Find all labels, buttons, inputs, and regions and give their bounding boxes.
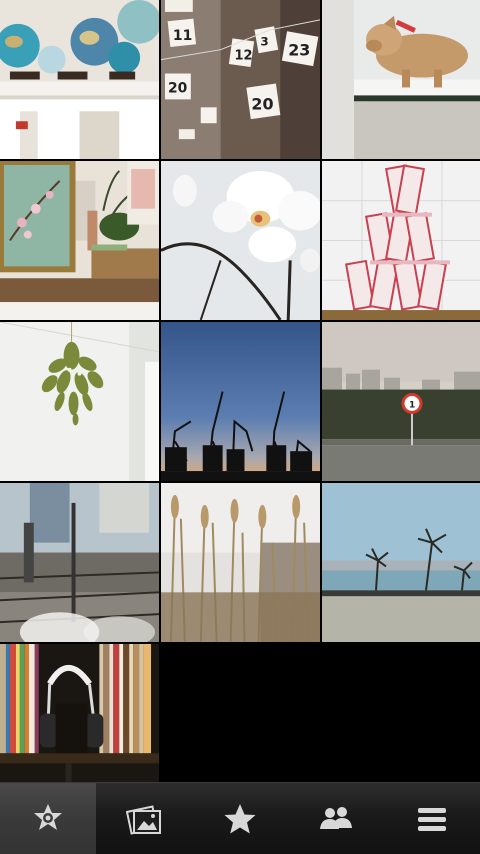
svg-text:12: 12 bbox=[235, 49, 253, 64]
photo-thumbnail-house-of-cards[interactable] bbox=[322, 161, 480, 320]
menu-lines-icon bbox=[412, 799, 452, 839]
photo-thumbnail-reeds[interactable] bbox=[161, 483, 320, 642]
photo-thumbnail-number-tags[interactable]: 11 20 12 3 23 20 bbox=[161, 0, 320, 159]
svg-text:23: 23 bbox=[288, 41, 310, 60]
flower-star-icon bbox=[28, 799, 68, 839]
photo-album-icon bbox=[124, 799, 164, 839]
svg-text:20: 20 bbox=[251, 94, 273, 113]
svg-text:20: 20 bbox=[168, 80, 188, 96]
tab-people[interactable] bbox=[288, 783, 384, 854]
photo-thumbnail-road-sign[interactable]: 1 bbox=[322, 322, 480, 481]
photo-thumbnail-records-headphones[interactable] bbox=[0, 644, 159, 782]
tab-menu[interactable] bbox=[384, 783, 480, 854]
photo-thumbnail-blossom-painting[interactable] bbox=[0, 161, 159, 320]
photo-thumbnail-harbor-cranes[interactable] bbox=[161, 322, 320, 481]
photo-thumbnail-straw-pig[interactable] bbox=[322, 0, 480, 159]
tab-favorites[interactable] bbox=[192, 783, 288, 854]
photo-thumbnail-palm-trees[interactable] bbox=[322, 483, 480, 642]
people-icon bbox=[316, 799, 356, 839]
svg-text:3: 3 bbox=[260, 35, 268, 49]
gallery-app: 11 20 12 3 23 20 1 bbox=[0, 0, 480, 854]
photo-thumbnail-orchid[interactable] bbox=[161, 161, 320, 320]
tab-albums[interactable] bbox=[96, 783, 192, 854]
svg-text:1: 1 bbox=[409, 400, 415, 410]
photo-thumbnail-globes[interactable] bbox=[0, 0, 159, 159]
svg-text:11: 11 bbox=[173, 28, 192, 44]
bottom-tab-bar bbox=[0, 782, 480, 854]
photo-thumbnail-rail-tracks[interactable] bbox=[0, 483, 159, 642]
photo-thumbnail-mistletoe[interactable] bbox=[0, 322, 159, 481]
photo-grid: 11 20 12 3 23 20 1 bbox=[0, 0, 480, 782]
star-icon bbox=[220, 799, 260, 839]
tab-featured[interactable] bbox=[0, 783, 96, 854]
